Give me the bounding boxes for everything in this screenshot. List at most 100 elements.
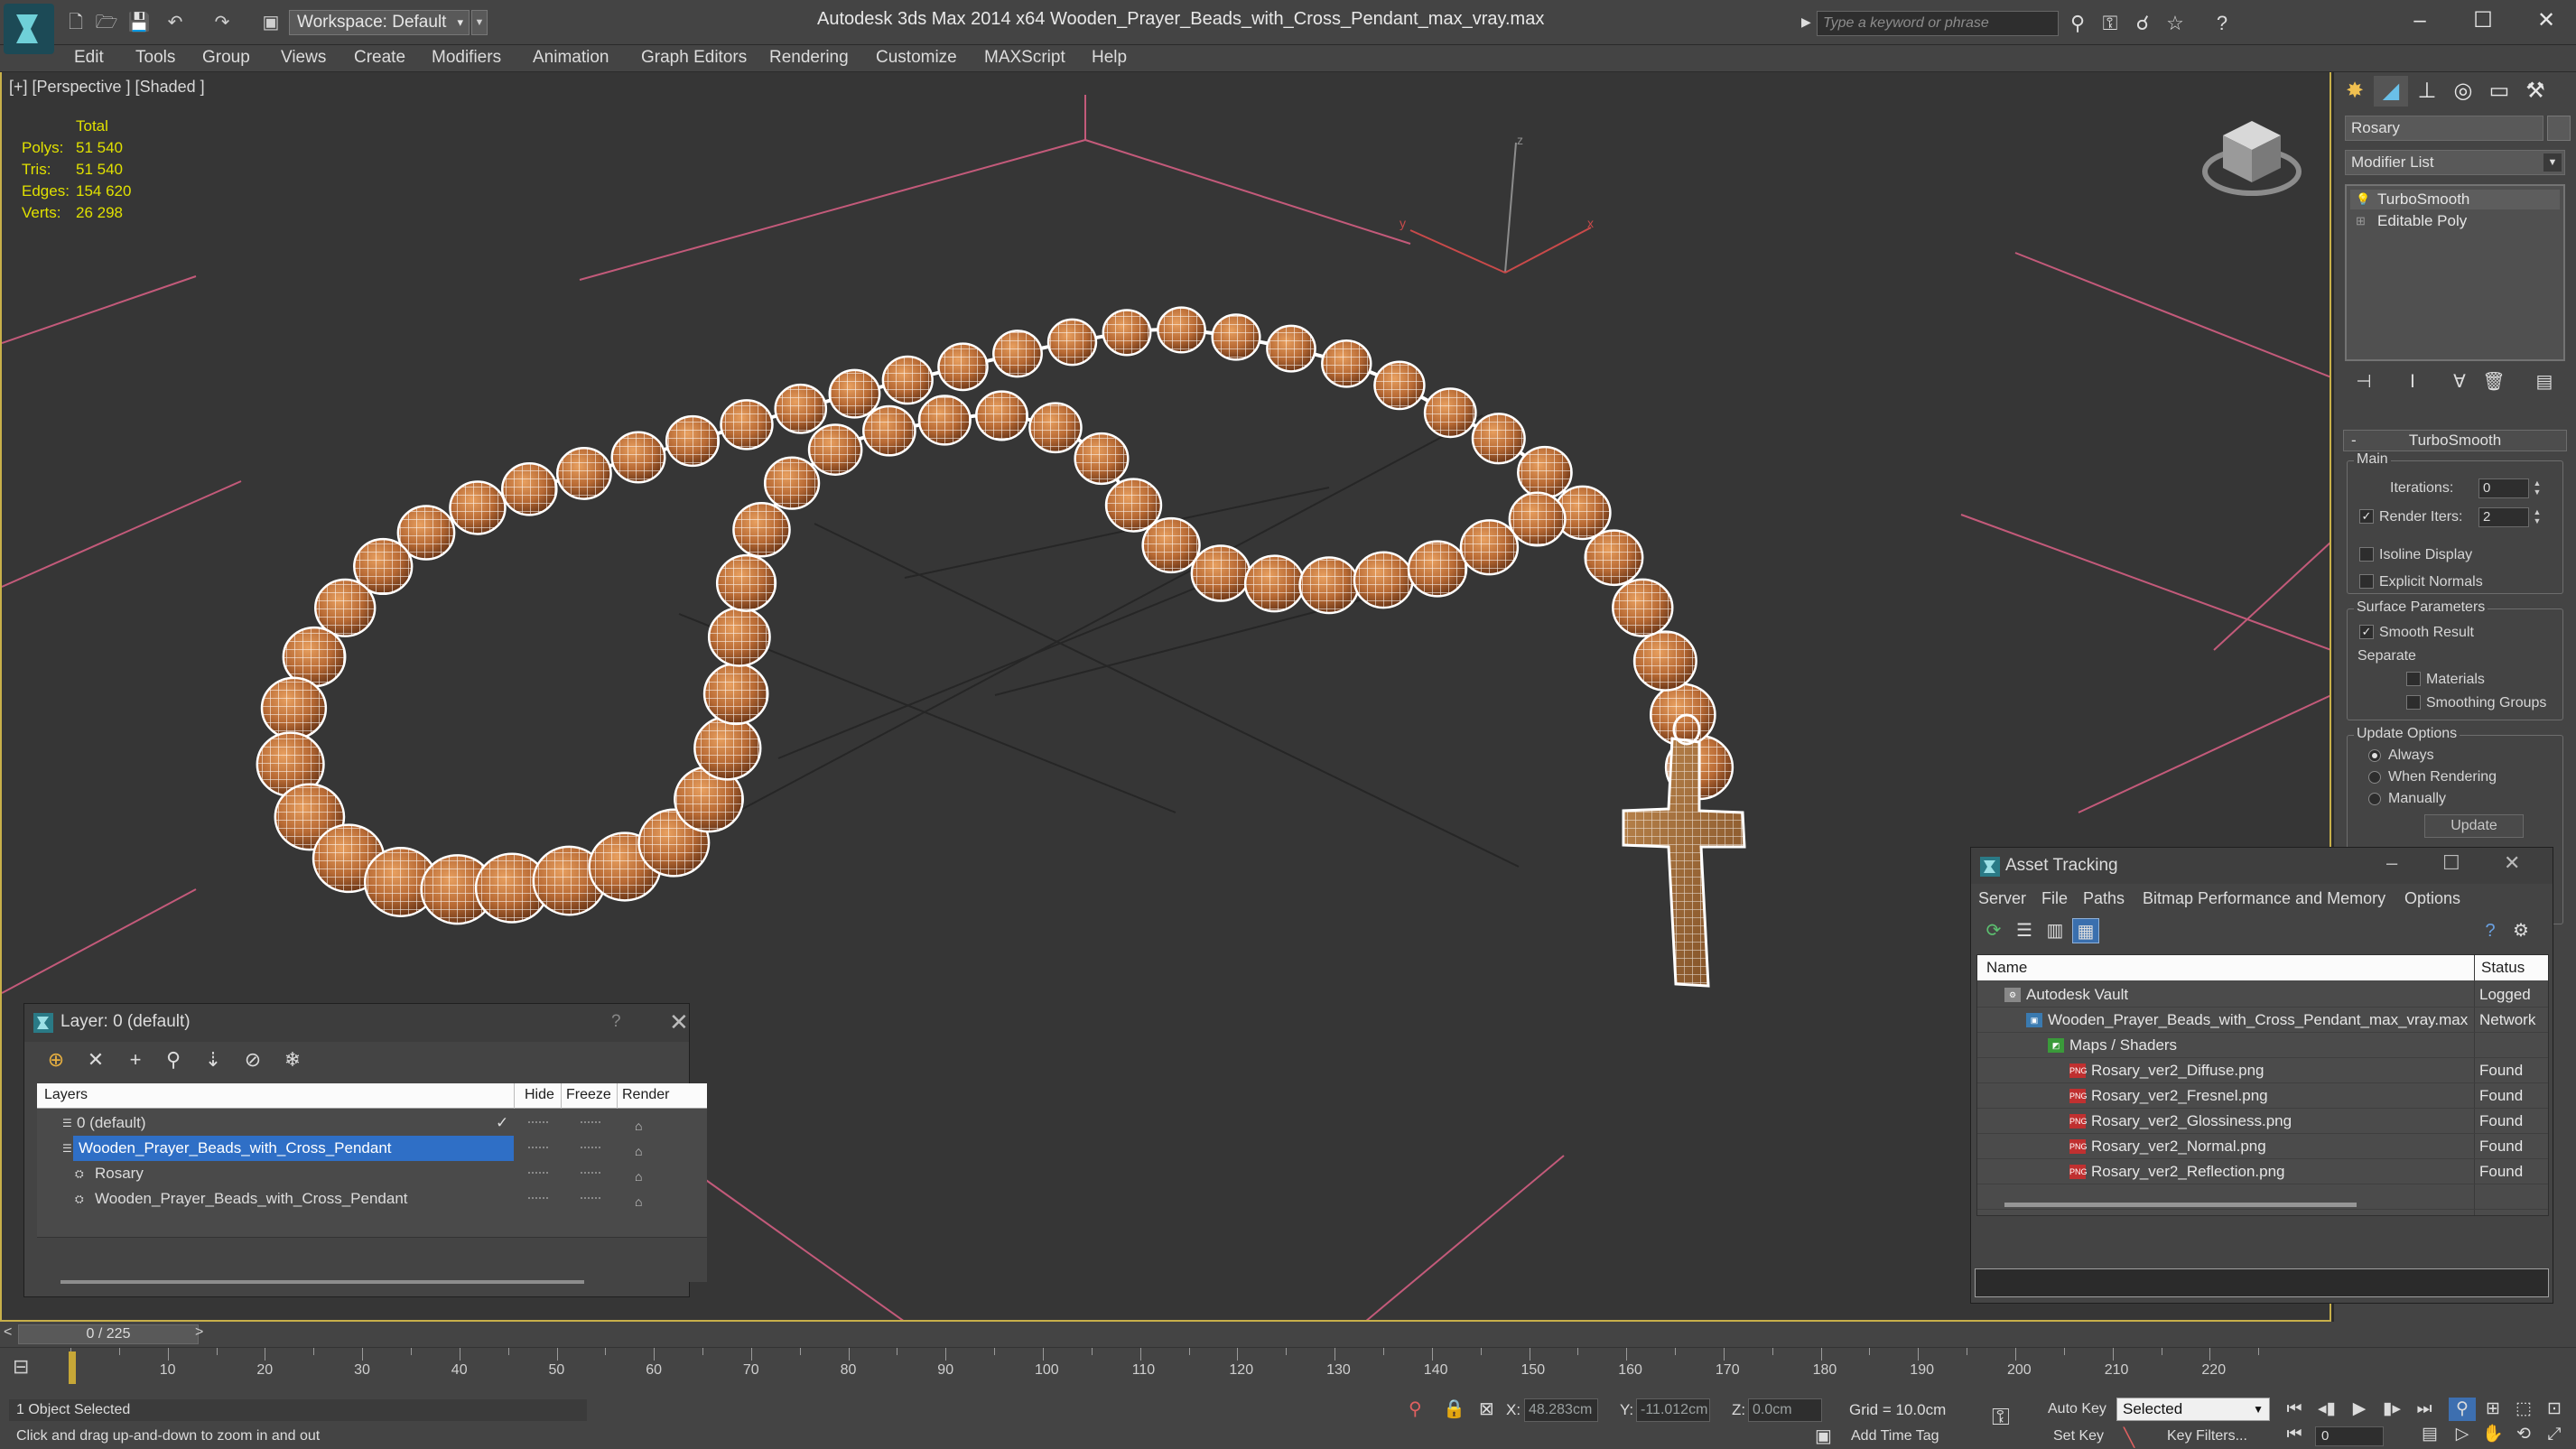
- asset-row[interactable]: ⚙ Autodesk Vault Logged: [1977, 982, 2548, 1008]
- iterations-spinner[interactable]: 0: [2478, 478, 2529, 498]
- layer-row[interactable]: ⛭ Wooden_Prayer_Beads_with_Cross_Pendant ⌂: [37, 1186, 707, 1212]
- help-icon[interactable]: ?: [2209, 11, 2236, 36]
- current-layer-check-icon[interactable]: ✓: [496, 1110, 508, 1136]
- asset-row[interactable]: ◩ Maps / Shaders: [1977, 1033, 2548, 1058]
- spinner-arrows-icon[interactable]: ▲ ▼: [2531, 507, 2543, 527]
- time-configuration-icon[interactable]: ▤: [2416, 1423, 2443, 1446]
- rollout-header[interactable]: - TurboSmooth: [2343, 430, 2567, 451]
- menu-paths[interactable]: Paths: [2083, 889, 2125, 908]
- asset-path-field[interactable]: [1975, 1268, 2549, 1297]
- remove-modifier-icon[interactable]: 🗑: [2480, 370, 2507, 394]
- render-toggle-icon[interactable]: ⌂: [635, 1164, 642, 1189]
- freeze-toggle[interactable]: [581, 1197, 600, 1200]
- freeze-toggle[interactable]: [581, 1172, 600, 1175]
- asset-row[interactable]: ▣ Wooden_Prayer_Beads_with_Cross_Pendant_…: [1977, 1008, 2548, 1033]
- time-tag-icon[interactable]: ▣: [1815, 1425, 1832, 1447]
- new-layer-icon[interactable]: ⊕: [42, 1047, 70, 1073]
- zoom-extents-icon[interactable]: ⬚: [2510, 1398, 2537, 1421]
- menu-tools[interactable]: Tools: [135, 48, 175, 68]
- new-file-icon[interactable]: 🗋: [63, 11, 88, 34]
- selection-set-dropdown[interactable]: Selected ▼: [2116, 1398, 2270, 1421]
- maximize-icon[interactable]: ☐: [2442, 851, 2460, 875]
- menu-options[interactable]: Options: [2404, 889, 2460, 908]
- asset-row[interactable]: PNG Rosary_ver2_Glossiness.png Found: [1977, 1109, 2548, 1134]
- render-toggle-icon[interactable]: ⌂: [635, 1113, 642, 1138]
- pin-stack-icon[interactable]: ⊣: [2350, 370, 2377, 394]
- menu-group[interactable]: Group: [202, 48, 250, 68]
- menu-server[interactable]: Server: [1978, 889, 2026, 908]
- smooth-result-checkbox[interactable]: ✓: [2359, 625, 2374, 639]
- name-column-header[interactable]: Name: [1986, 959, 2027, 977]
- minimize-button[interactable]: –: [2393, 4, 2447, 38]
- next-frame-icon[interactable]: >: [195, 1324, 203, 1341]
- refresh-icon[interactable]: ⟳: [1980, 918, 2007, 943]
- lock-selection-icon[interactable]: 🔒: [1443, 1398, 1465, 1420]
- previous-key-icon[interactable]: ◂▮: [2313, 1398, 2340, 1421]
- show-end-result-icon[interactable]: Ⅰ: [2399, 370, 2426, 394]
- pan-view-icon[interactable]: ✋: [2479, 1423, 2506, 1446]
- set-key-button[interactable]: Set Key: [2053, 1428, 2104, 1444]
- render-column-header[interactable]: Render: [622, 1087, 669, 1103]
- horizontal-scrollbar[interactable]: [60, 1280, 584, 1284]
- binoculars-icon[interactable]: ⚲: [2064, 11, 2091, 36]
- z-coord-field[interactable]: 0.0cm: [1748, 1398, 1822, 1422]
- hide-all-icon[interactable]: ⊘: [239, 1047, 266, 1073]
- key-filters-button[interactable]: Key Filters...: [2167, 1428, 2247, 1444]
- set-key-filter-icon[interactable]: ╲: [2124, 1426, 2134, 1449]
- isoline-display-checkbox[interactable]: [2359, 547, 2374, 562]
- status-column-header[interactable]: Status: [2481, 959, 2525, 977]
- absolute-mode-icon[interactable]: ⊠: [1479, 1398, 1494, 1420]
- hide-column-header[interactable]: Hide: [525, 1087, 554, 1103]
- play-icon[interactable]: ▶: [2346, 1398, 2373, 1421]
- y-coord-field[interactable]: -11.012cm: [1636, 1398, 1710, 1422]
- timeline-ruler[interactable]: 10 20 30 40 50 60 70 80 90 100 110 120 130 140 150 160 1…: [70, 1348, 2260, 1388]
- highlight-layer-icon[interactable]: ⇣: [200, 1047, 227, 1073]
- menu-views[interactable]: Views: [281, 48, 326, 68]
- auto-key-button[interactable]: Auto Key: [2048, 1401, 2106, 1417]
- subscription-icon[interactable]: ⚿: [2097, 11, 2124, 36]
- menu-customize[interactable]: Customize: [876, 48, 957, 68]
- zoom-all-icon[interactable]: ⊞: [2479, 1398, 2506, 1421]
- display-tab-icon[interactable]: ▭: [2482, 76, 2516, 107]
- modify-tab-icon[interactable]: ◢: [2374, 76, 2408, 107]
- freeze-column-header[interactable]: Freeze: [566, 1087, 611, 1103]
- project-folder-icon[interactable]: ▣: [258, 11, 284, 34]
- smoothing-groups-checkbox[interactable]: [2406, 695, 2421, 710]
- field-of-view-icon[interactable]: ▷: [2449, 1423, 2476, 1446]
- workspace-menu-button[interactable]: ▼: [471, 10, 488, 35]
- object-name-field[interactable]: Rosary: [2345, 116, 2543, 141]
- manually-radio[interactable]: [2368, 793, 2381, 805]
- search-expand-icon[interactable]: ▶: [1801, 14, 1811, 30]
- menu-modifiers[interactable]: Modifiers: [432, 48, 501, 68]
- add-time-tag-button[interactable]: Add Time Tag: [1851, 1428, 1939, 1444]
- orbit-icon[interactable]: ⟲: [2510, 1423, 2537, 1446]
- hide-toggle[interactable]: [528, 1147, 548, 1149]
- expand-icon[interactable]: ⊞: [2356, 211, 2366, 231]
- key-mode-toggle-icon[interactable]: ⏮: [2281, 1423, 2308, 1446]
- lightbulb-icon[interactable]: 💡: [2356, 190, 2370, 209]
- chevron-down-icon[interactable]: ▼: [2543, 153, 2562, 172]
- zoom-icon[interactable]: ⚲: [2449, 1398, 2476, 1421]
- minimize-icon[interactable]: –: [2386, 851, 2397, 875]
- help-icon[interactable]: ?: [611, 1012, 621, 1032]
- spinner-arrows-icon[interactable]: ▲ ▼: [2531, 478, 2543, 498]
- app-logo-button[interactable]: [4, 4, 54, 54]
- delete-layer-icon[interactable]: ✕: [82, 1047, 109, 1073]
- key-icon[interactable]: ⚿: [1992, 1403, 2010, 1432]
- menu-maxscript[interactable]: MAXScript: [984, 48, 1065, 68]
- render-iters-spinner[interactable]: 2: [2478, 507, 2529, 527]
- current-frame-field[interactable]: 0: [2315, 1426, 2384, 1446]
- track-bar[interactable]: ⊟ 10 20 30 40 50 60 70 80 90 100 110 120 130 140 150 16…: [0, 1347, 2576, 1390]
- save-file-icon[interactable]: 💾: [126, 11, 152, 34]
- table-view-icon[interactable]: ▦: [2072, 918, 2099, 943]
- go-to-start-icon[interactable]: ⏮: [2281, 1398, 2308, 1421]
- hide-toggle[interactable]: [528, 1197, 548, 1200]
- next-key-icon[interactable]: ▮▸: [2378, 1398, 2405, 1421]
- menu-bitmap-performance[interactable]: Bitmap Performance and Memory: [2143, 889, 2385, 908]
- hide-toggle[interactable]: [528, 1121, 548, 1124]
- menu-create[interactable]: Create: [354, 48, 405, 68]
- asset-row[interactable]: PNG Rosary_ver2_Fresnel.png Found: [1977, 1083, 2548, 1109]
- close-icon[interactable]: ✕: [669, 1008, 689, 1036]
- render-toggle-icon[interactable]: ⌂: [635, 1138, 642, 1164]
- object-color-swatch[interactable]: [2547, 116, 2571, 141]
